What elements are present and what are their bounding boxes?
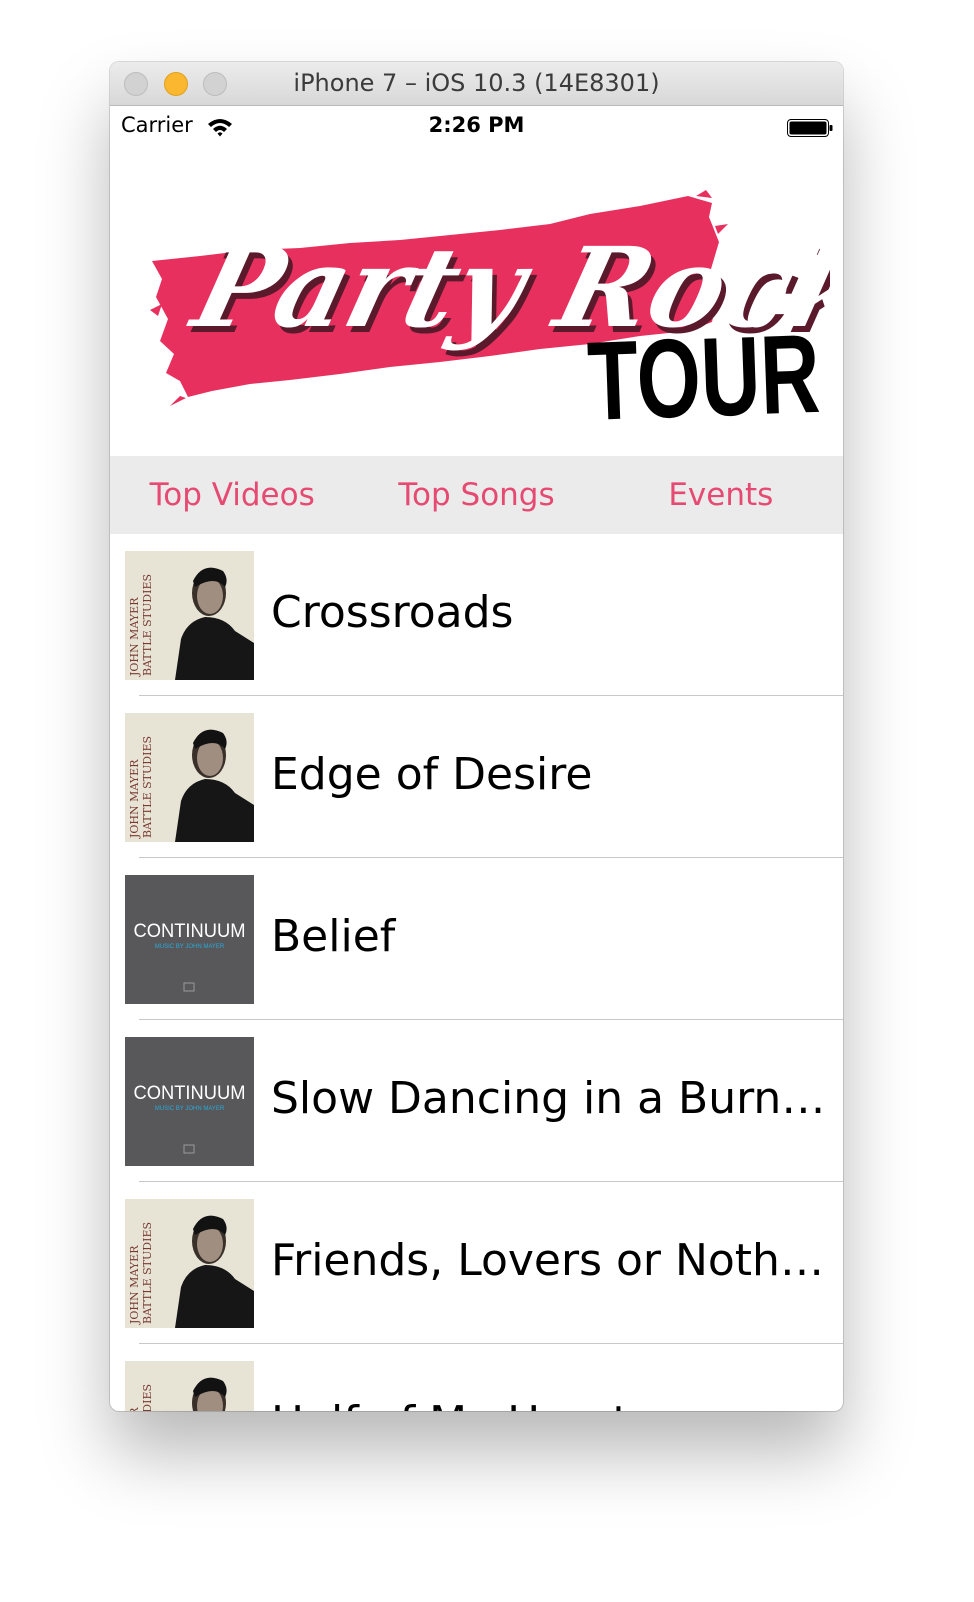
svg-text:BATTLE STUDIES: BATTLE STUDIES — [141, 736, 154, 838]
svg-text:BATTLE STUDIES: BATTLE STUDIES — [141, 574, 154, 676]
window-title: iPhone 7 – iOS 10.3 (14E8301) — [293, 69, 660, 97]
song-list[interactable]: JOHN MAYER BATTLE STUDIES Crossroads JOH… — [110, 534, 843, 1411]
album-art: JOHN MAYER BATTLE STUDIES — [125, 1361, 254, 1411]
party-rock-tour-logo: Party Rock Party Rock TOUR — [150, 190, 830, 429]
simulator-window: iPhone 7 – iOS 10.3 (14E8301) Carrier 2:… — [110, 62, 843, 1411]
window-titlebar[interactable]: iPhone 7 – iOS 10.3 (14E8301) — [110, 62, 843, 106]
tab-top-videos[interactable]: Top Videos — [110, 456, 354, 534]
status-bar: Carrier 2:26 PM — [110, 106, 843, 146]
svg-text:JOHN MAYER: JOHN MAYER — [128, 597, 141, 677]
album-art: JOHN MAYER BATTLE STUDIES — [125, 1199, 254, 1328]
header-banner: Party Rock Party Rock TOUR — [110, 146, 843, 456]
song-row[interactable]: JOHN MAYER BATTLE STUDIES Crossroads — [110, 534, 843, 696]
svg-text:MUSIC BY JOHN MAYER: MUSIC BY JOHN MAYER — [155, 944, 225, 950]
song-title: Edge of Desire — [271, 749, 593, 800]
song-row[interactable]: JOHN MAYER BATTLE STUDIES Friends, Lover… — [110, 1182, 843, 1344]
album-art: CONTINUUM MUSIC BY JOHN MAYER — [125, 1037, 254, 1166]
song-title: Slow Dancing in a Burni… — [271, 1073, 835, 1124]
song-row[interactable]: CONTINUUM MUSIC BY JOHN MAYER Belief — [110, 858, 843, 1020]
battery-icon — [787, 119, 833, 137]
song-title: Belief — [271, 911, 396, 962]
album-art: JOHN MAYER BATTLE STUDIES — [125, 551, 254, 680]
svg-text:CONTINUUM: CONTINUUM — [134, 921, 246, 942]
album-art: JOHN MAYER BATTLE STUDIES — [125, 713, 254, 842]
status-time: 2:26 PM — [428, 113, 525, 137]
song-row[interactable]: CONTINUUM MUSIC BY JOHN MAYER Slow Danci… — [110, 1020, 843, 1182]
screen: iPhone 7 – iOS 10.3 (14E8301) Carrier 2:… — [0, 0, 974, 1602]
svg-text:JOHN MAYER: JOHN MAYER — [128, 1245, 141, 1325]
tab-top-songs[interactable]: Top Songs — [354, 456, 598, 534]
song-row[interactable]: JOHN MAYER BATTLE STUDIES Half of My Hea… — [110, 1344, 843, 1411]
album-art: CONTINUUM MUSIC BY JOHN MAYER — [125, 875, 254, 1004]
tab-events[interactable]: Events — [599, 456, 843, 534]
segment-tab-bar: Top Videos Top Songs Events — [110, 456, 843, 534]
svg-text:BATTLE STUDIES: BATTLE STUDIES — [141, 1222, 154, 1324]
song-title: Crossroads — [271, 587, 514, 638]
svg-text:BATTLE STUDIES: BATTLE STUDIES — [141, 1384, 154, 1411]
song-row[interactable]: JOHN MAYER BATTLE STUDIES Edge of Desire — [110, 696, 843, 858]
svg-text:CONTINUUM: CONTINUUM — [134, 1083, 246, 1104]
logo-tour-text: TOUR — [586, 311, 822, 429]
svg-text:MUSIC BY JOHN MAYER: MUSIC BY JOHN MAYER — [155, 1106, 225, 1112]
svg-text:JOHN MAYER: JOHN MAYER — [128, 759, 141, 839]
song-title: Friends, Lovers or Nothing — [271, 1235, 835, 1286]
song-title: Half of My Heart — [271, 1397, 835, 1411]
